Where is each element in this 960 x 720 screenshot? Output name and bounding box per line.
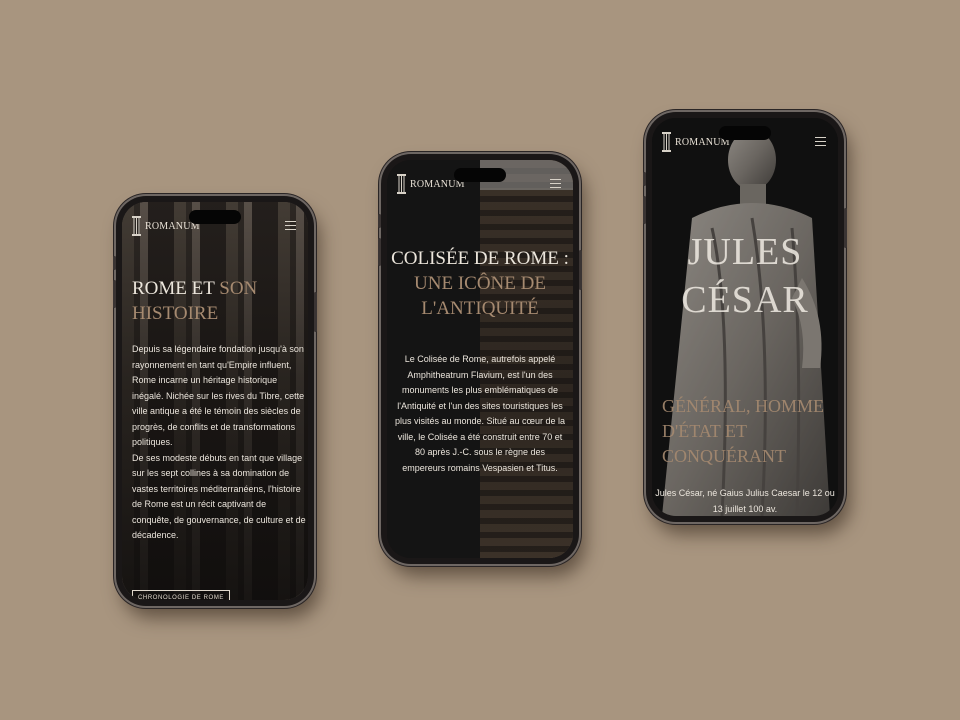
phone-screen: ROMANUM COLISÉE DE ROME : UNE ICÔNE DE L…	[387, 160, 573, 558]
column-icon	[397, 174, 406, 194]
dynamic-island	[719, 126, 771, 140]
page-title: COLISÉE DE ROME : UNE ICÔNE DE L'ANTIQUI…	[387, 246, 573, 321]
phone-side-button	[314, 292, 317, 332]
phone-mockup-colisee: ROMANUM COLISÉE DE ROME : UNE ICÔNE DE L…	[378, 154, 582, 564]
hamburger-menu-icon[interactable]	[815, 137, 826, 147]
title-main: COLISÉE DE ROME :	[391, 248, 569, 269]
dynamic-island	[454, 168, 506, 182]
phone-mockup-cesar: ROMANUM JULES CÉSAR GÉNÉRAL, HOMME D'ÉTA…	[643, 112, 847, 522]
hamburger-menu-icon[interactable]	[550, 179, 561, 189]
phone-screen: ROMANUM JULES CÉSAR GÉNÉRAL, HOMME D'ÉTA…	[652, 118, 838, 516]
phone-side-button	[378, 238, 381, 266]
column-icon	[662, 132, 671, 152]
title-accent: UNE ICÔNE DE L'ANTIQUITÉ	[414, 273, 546, 319]
phone-side-button	[113, 280, 116, 308]
phone-mockup-histoire: ROMANUM ROME ET SON HISTOIRE Depuis sa l…	[113, 196, 317, 606]
subtitle: GÉNÉRAL, HOMME D'ÉTAT ET CONQUÉRANT	[662, 396, 824, 466]
page-title: ROME ET SON HISTOIRE	[132, 276, 302, 326]
colisee-paragraph: Le Colisée de Rome, autrefois appelé Amp…	[394, 354, 566, 473]
hamburger-menu-icon[interactable]	[285, 221, 296, 231]
phone-screen: ROMANUM ROME ET SON HISTOIRE Depuis sa l…	[122, 202, 308, 600]
intro-paragraph: Depuis sa légendaire fondation jusqu'à s…	[132, 344, 306, 540]
dynamic-island	[189, 210, 241, 224]
phone-side-button	[844, 208, 847, 248]
title-main: ROME ET	[132, 278, 220, 299]
phone-side-button	[643, 172, 646, 186]
phone-side-button	[378, 214, 381, 228]
column-icon	[132, 216, 141, 236]
phone-side-button	[113, 256, 116, 270]
page-title: JULES CÉSAR	[681, 231, 809, 321]
chronology-button[interactable]: CHRONOLOGIE DE ROME	[132, 590, 230, 600]
phone-side-button	[643, 196, 646, 224]
phone-side-button	[579, 250, 582, 290]
bio-paragraph: Jules César, né Gaius Julius Caesar le 1…	[655, 488, 835, 514]
